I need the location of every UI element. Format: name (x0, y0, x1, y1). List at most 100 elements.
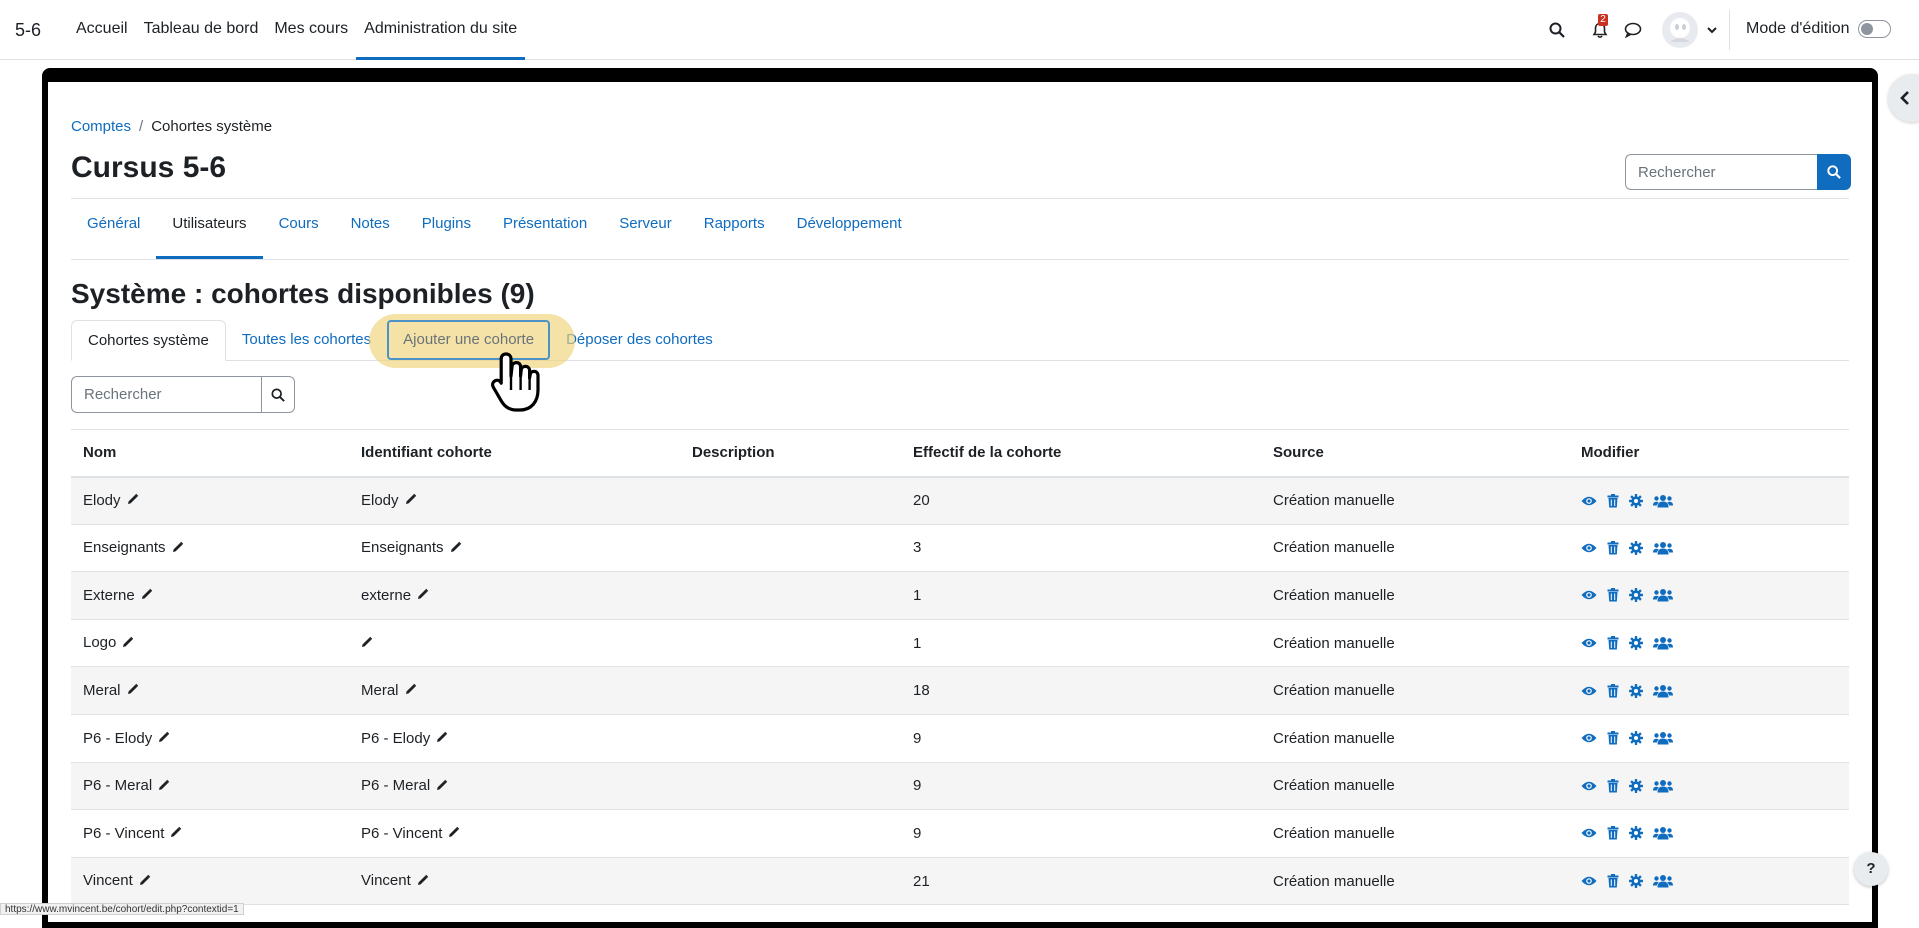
cell-name-text: P6 - Vincent (83, 824, 165, 842)
breadcrumb-comptes[interactable]: Comptes (71, 118, 131, 135)
users-icon[interactable] (1653, 494, 1673, 508)
tab-deposer-des-cohortes[interactable]: Déposer des cohortes (550, 320, 729, 361)
cell-description (680, 619, 901, 668)
eye-icon[interactable] (1581, 637, 1597, 649)
tab-rapports[interactable]: Rapports (688, 199, 781, 259)
eye-icon[interactable] (1581, 827, 1597, 839)
gear-icon[interactable] (1629, 636, 1643, 651)
tab-toutes-les-cohortes[interactable]: Toutes les cohortes (226, 320, 387, 361)
site-brand[interactable]: 5-6 (15, 20, 41, 41)
header-search-input[interactable] (1625, 154, 1817, 190)
eye-icon[interactable] (1581, 542, 1597, 554)
tab-developpement[interactable]: Développement (781, 199, 918, 259)
cohort-search-button[interactable] (261, 376, 295, 413)
search-icon[interactable] (1545, 18, 1569, 42)
users-icon[interactable] (1653, 874, 1673, 888)
cell-idnumber-text: P6 - Elody (361, 729, 431, 747)
table-row: Externe externe 1 Création manuelle (71, 571, 1849, 620)
page-title: Cursus 5-6 (71, 151, 227, 184)
gear-icon[interactable] (1629, 874, 1643, 889)
header-search-button[interactable] (1817, 154, 1851, 190)
edit-mode-toggle[interactable] (1858, 20, 1891, 38)
gear-icon[interactable] (1629, 540, 1643, 555)
chat-bubble-icon[interactable] (1621, 18, 1645, 42)
users-icon[interactable] (1653, 636, 1673, 650)
pencil-icon[interactable] (448, 825, 460, 842)
users-icon[interactable] (1653, 731, 1673, 745)
pencil-icon[interactable] (417, 587, 429, 604)
cell-source: Création manuelle (1261, 571, 1569, 620)
open-drawer-button[interactable] (1888, 74, 1919, 122)
pencil-icon[interactable] (141, 587, 153, 604)
gear-icon[interactable] (1629, 778, 1643, 793)
pencil-icon[interactable] (436, 730, 448, 747)
tab-presentation[interactable]: Présentation (487, 199, 603, 259)
help-button[interactable]: ? (1854, 852, 1888, 886)
pencil-icon[interactable] (436, 778, 448, 795)
trash-icon[interactable] (1607, 493, 1619, 508)
pencil-icon[interactable] (158, 778, 170, 795)
eye-icon[interactable] (1581, 732, 1597, 744)
column-header-effectif: Effectif de la cohorte (901, 429, 1261, 478)
cell-source: Création manuelle (1261, 666, 1569, 715)
users-icon[interactable] (1653, 826, 1673, 840)
trash-icon[interactable] (1607, 778, 1619, 793)
trash-icon[interactable] (1607, 826, 1619, 840)
eye-icon[interactable] (1581, 589, 1597, 601)
nav-accueil[interactable]: Accueil (68, 0, 136, 60)
trash-icon[interactable] (1607, 874, 1619, 888)
users-icon[interactable] (1653, 588, 1673, 602)
pencil-icon[interactable] (450, 540, 462, 557)
tab-serveur[interactable]: Serveur (603, 199, 688, 259)
eye-icon[interactable] (1581, 875, 1597, 887)
users-icon[interactable] (1653, 779, 1673, 793)
trash-icon[interactable] (1607, 588, 1619, 602)
tab-cours[interactable]: Cours (263, 199, 335, 259)
pencil-icon[interactable] (158, 730, 170, 747)
gear-icon[interactable] (1629, 588, 1643, 603)
users-icon[interactable] (1653, 684, 1673, 698)
column-header-identifiant: Identifiant cohorte (349, 429, 680, 478)
tab-cohortes-systeme[interactable]: Cohortes système (71, 320, 226, 361)
pencil-icon[interactable] (417, 873, 429, 890)
pencil-icon[interactable] (405, 682, 417, 699)
tab-notes[interactable]: Notes (335, 199, 406, 259)
trash-icon[interactable] (1607, 636, 1619, 650)
pencil-icon[interactable] (122, 635, 134, 652)
gear-icon[interactable] (1629, 493, 1643, 508)
tab-plugins[interactable]: Plugins (406, 199, 487, 259)
eye-icon[interactable] (1581, 685, 1597, 697)
trash-icon[interactable] (1607, 683, 1619, 698)
gear-icon[interactable] (1629, 731, 1643, 746)
nav-mes-cours[interactable]: Mes cours (266, 0, 356, 60)
pencil-icon[interactable] (127, 682, 139, 699)
user-avatar[interactable] (1662, 12, 1698, 48)
nav-tableau-de-bord[interactable]: Tableau de bord (136, 0, 267, 60)
bell-icon[interactable]: 2 (1588, 14, 1612, 42)
gear-icon[interactable] (1629, 826, 1643, 841)
pencil-icon[interactable] (172, 540, 184, 557)
cell-source: Création manuelle (1261, 619, 1569, 668)
cell-name-text: Vincent (83, 872, 133, 890)
cell-source-text: Création manuelle (1273, 824, 1395, 842)
tab-utilisateurs[interactable]: Utilisateurs (156, 199, 263, 259)
gear-icon[interactable] (1629, 683, 1643, 698)
eye-icon[interactable] (1581, 780, 1597, 792)
eye-icon[interactable] (1581, 495, 1597, 507)
chevron-down-icon[interactable] (1700, 18, 1724, 42)
users-icon[interactable] (1653, 541, 1673, 555)
pencil-icon[interactable] (170, 825, 182, 842)
cell-size: 3 (901, 524, 1261, 573)
pencil-icon[interactable] (361, 635, 373, 652)
pencil-icon[interactable] (127, 492, 139, 509)
cohort-search (71, 376, 295, 413)
trash-icon[interactable] (1607, 731, 1619, 745)
cohorts-table: Nom Identifiant cohorte Description Effe… (71, 429, 1849, 906)
nav-administration-du-site[interactable]: Administration du site (356, 0, 526, 60)
trash-icon[interactable] (1607, 540, 1619, 555)
cell-size-text: 3 (913, 539, 922, 557)
pencil-icon[interactable] (405, 492, 417, 509)
cohort-search-input[interactable] (71, 376, 261, 413)
pencil-icon[interactable] (139, 873, 151, 890)
tab-general[interactable]: Général (71, 199, 156, 259)
